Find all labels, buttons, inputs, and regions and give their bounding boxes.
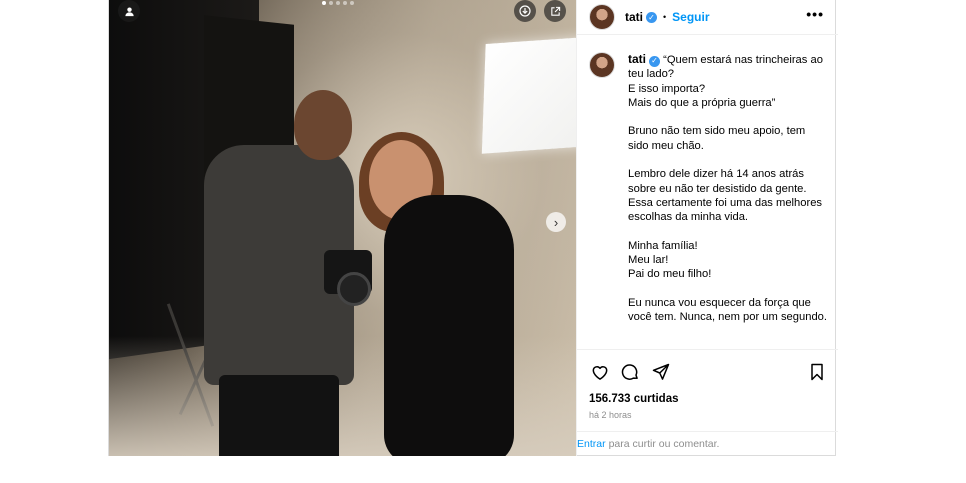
caption-username[interactable]: tati: [628, 52, 646, 66]
username[interactable]: tati: [625, 10, 643, 24]
post-sidebar: tati ✓ • Seguir ••• tati ✓ “Quem estará n…: [576, 0, 838, 456]
man-head: [294, 90, 352, 160]
caption-paragraph: Lembro dele dizer há 14 anos atrás sobre…: [628, 168, 823, 224]
avatar[interactable]: [589, 4, 615, 30]
carousel-dot: [329, 1, 333, 5]
caption-paragraph: Minha família! Meu lar! Pai do meu filho…: [628, 239, 712, 281]
woman-figure: [384, 195, 514, 456]
comment-prompt-text: para curtir ou comentar.: [608, 438, 720, 450]
more-options-icon[interactable]: •••: [806, 6, 824, 22]
download-icon[interactable]: [514, 0, 536, 22]
login-link[interactable]: Entrar: [577, 438, 606, 450]
follow-button[interactable]: Seguir: [672, 10, 709, 24]
verified-badge-icon: ✓: [649, 55, 660, 67]
likes-count[interactable]: 156.733 curtidas: [589, 393, 679, 405]
softbox-right: [481, 36, 576, 154]
man-shorts: [219, 375, 339, 456]
post-header: tati ✓ • Seguir •••: [577, 0, 838, 35]
comment-icon[interactable]: [619, 361, 641, 383]
person-icon[interactable]: [118, 0, 140, 22]
chevron-right-icon[interactable]: ›: [546, 212, 566, 232]
caption-text: tati ✓ “Quem estará nas trincheiras ao te…: [628, 52, 828, 339]
carousel-dot: [343, 1, 347, 5]
carousel-dot: [322, 1, 326, 5]
comment-prompt: Entrar para curtir ou comentar.: [577, 431, 838, 456]
bookmark-icon[interactable]: [806, 361, 828, 383]
verified-badge-icon: ✓: [646, 11, 657, 23]
post-frame: › tati ✓ • Seguir ••• tati ✓ “Quem estará…: [108, 0, 838, 456]
heart-icon[interactable]: [589, 361, 611, 383]
caption-paragraph: tati ✓ “Quem estará nas trincheiras ao te…: [628, 52, 828, 110]
camera-lens: [337, 272, 371, 306]
caption-paragraph: Bruno não tem sido meu apoio, tem sido m…: [628, 125, 806, 152]
carousel-dot: [336, 1, 340, 5]
carousel-dot: [350, 1, 354, 5]
action-bar: [589, 361, 829, 383]
post-timestamp[interactable]: há 2 horas: [589, 410, 632, 420]
separator-dot: •: [663, 12, 667, 22]
divider: [577, 349, 838, 350]
carousel-dots: [322, 1, 354, 5]
avatar[interactable]: [589, 52, 615, 78]
post-photo[interactable]: ›: [109, 0, 576, 456]
caption-row: tati ✓ “Quem estará nas trincheiras ao te…: [589, 52, 828, 339]
paper-plane-icon[interactable]: [650, 361, 672, 383]
caption-paragraph: Eu nunca vou esquecer da força que você …: [628, 297, 827, 324]
external-link-icon[interactable]: [544, 0, 566, 22]
